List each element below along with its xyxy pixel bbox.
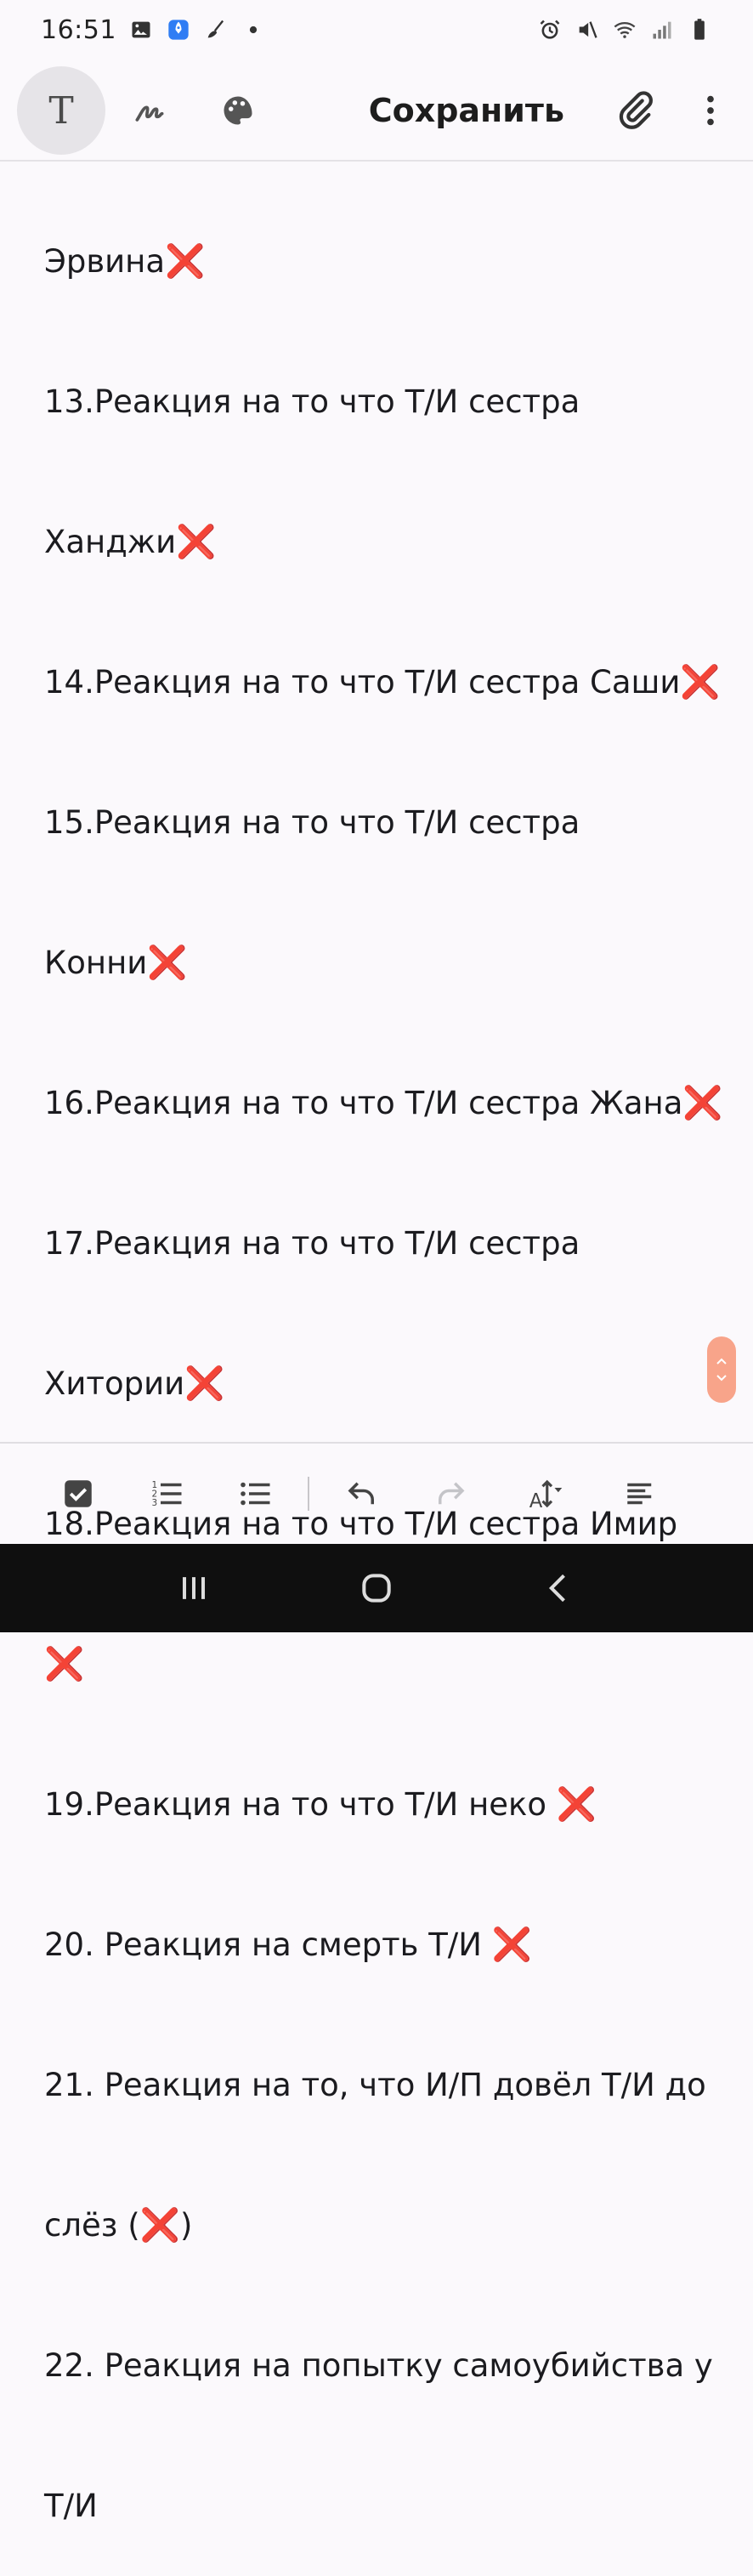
text-size-icon: A: [529, 1479, 563, 1512]
cross-mark-icon: ❌: [682, 1084, 723, 1121]
cross-mark-icon: ❌: [139, 2206, 180, 2244]
attach-icon: [619, 91, 653, 129]
undo-button[interactable]: [318, 1455, 406, 1532]
gallery-icon: [128, 17, 154, 43]
note-line: 13.Реакция на то что Т/И сестра: [44, 383, 580, 420]
pen-icon: [135, 105, 164, 122]
redo-button[interactable]: [406, 1455, 495, 1532]
numbered-list-icon: 123: [152, 1480, 182, 1508]
status-bar: 16:51: [0, 0, 753, 60]
palette-button[interactable]: [194, 66, 282, 155]
note-line: 15.Реакция на то что Т/И сестра: [44, 804, 580, 841]
rocket-app-icon: [166, 17, 191, 43]
note-line: 17.Реакция на то что Т/И сестра: [44, 1225, 580, 1262]
checkbox-button[interactable]: [34, 1455, 122, 1532]
scroll-handle[interactable]: [707, 1336, 736, 1403]
note-line: Конни❌: [44, 944, 188, 981]
svg-text:A: A: [529, 1490, 543, 1512]
chevron-down-icon: [716, 1375, 727, 1382]
redo-icon: [439, 1482, 465, 1505]
align-icon: [627, 1483, 652, 1505]
note-line: 19.Реакция на то что Т/И неко ❌: [44, 1785, 597, 1823]
checkbox-icon: [65, 1480, 92, 1507]
status-time: 16:51: [41, 14, 116, 45]
note-line: 14.Реакция на то что Т/И сестра Саши❌: [44, 663, 721, 701]
save-button[interactable]: Сохранить: [369, 92, 564, 129]
more-icon: [707, 95, 714, 126]
note-line: Хитории❌: [44, 1365, 225, 1402]
cross-mark-icon: ❌: [556, 1785, 597, 1823]
dot-icon: [241, 17, 266, 43]
cross-mark-icon: ❌: [147, 944, 188, 981]
battery-icon: [687, 17, 712, 43]
note-line: Ханджи❌: [44, 523, 217, 560]
pen-mode-button[interactable]: [105, 66, 194, 155]
cross-mark-icon: ❌: [165, 242, 206, 280]
back-icon: [549, 1574, 566, 1603]
navigation-bar: [0, 1544, 753, 1632]
cross-mark-icon: ❌: [184, 1365, 225, 1402]
undo-icon: [348, 1482, 374, 1505]
signal-icon: [649, 17, 675, 43]
home-button[interactable]: [338, 1550, 415, 1626]
broom-icon: [203, 17, 229, 43]
attach-button[interactable]: [610, 85, 661, 136]
text-size-button[interactable]: A: [495, 1455, 597, 1532]
note-line: Эрвина❌: [44, 242, 206, 280]
note-body[interactable]: Эрвина❌ 13.Реакция на то что Т/И сестра …: [44, 145, 724, 2576]
note-line: 21. Реакция на то, что И/П довёл Т/И до: [44, 2067, 706, 2103]
svg-text:3: 3: [152, 1498, 158, 1508]
chevron-up-icon: [716, 1358, 727, 1365]
more-options-button[interactable]: [685, 85, 736, 136]
note-line: Т/И: [44, 2488, 98, 2524]
cross-mark-icon: ❌: [44, 1645, 85, 1682]
numbered-list-button[interactable]: 123: [122, 1455, 211, 1532]
status-right: [537, 17, 712, 43]
recent-apps-icon: [182, 1577, 205, 1599]
cross-mark-icon: ❌: [680, 663, 721, 701]
home-icon: [362, 1574, 391, 1603]
text-mode-button[interactable]: T: [17, 66, 105, 155]
bullet-list-button[interactable]: [211, 1455, 299, 1532]
format-separator: [308, 1477, 309, 1511]
note-line: 22. Реакция на попытку самоубийства у: [44, 2347, 713, 2384]
wifi-icon: [612, 17, 637, 43]
recent-apps-button[interactable]: [156, 1550, 232, 1626]
text-icon: T: [48, 88, 74, 133]
status-left: 16:51: [41, 15, 266, 45]
align-button[interactable]: [597, 1455, 685, 1532]
note-line: слёз (❌): [44, 2206, 193, 2244]
back-button[interactable]: [521, 1550, 597, 1626]
palette-icon: [224, 96, 252, 125]
bullet-list-icon: [241, 1482, 270, 1506]
format-toolbar: 123 A: [0, 1444, 753, 1544]
cross-mark-icon: ❌: [176, 523, 217, 560]
mute-icon: [575, 17, 600, 43]
note-line: ❌: [44, 1641, 724, 1688]
note-line: 20. Реакция на смерть Т/И ❌: [44, 1926, 533, 1963]
note-line: 16.Реакция на то что Т/И сестра Жана❌: [44, 1084, 723, 1121]
cross-mark-icon: ❌: [491, 1926, 533, 1963]
alarm-icon: [537, 17, 563, 43]
